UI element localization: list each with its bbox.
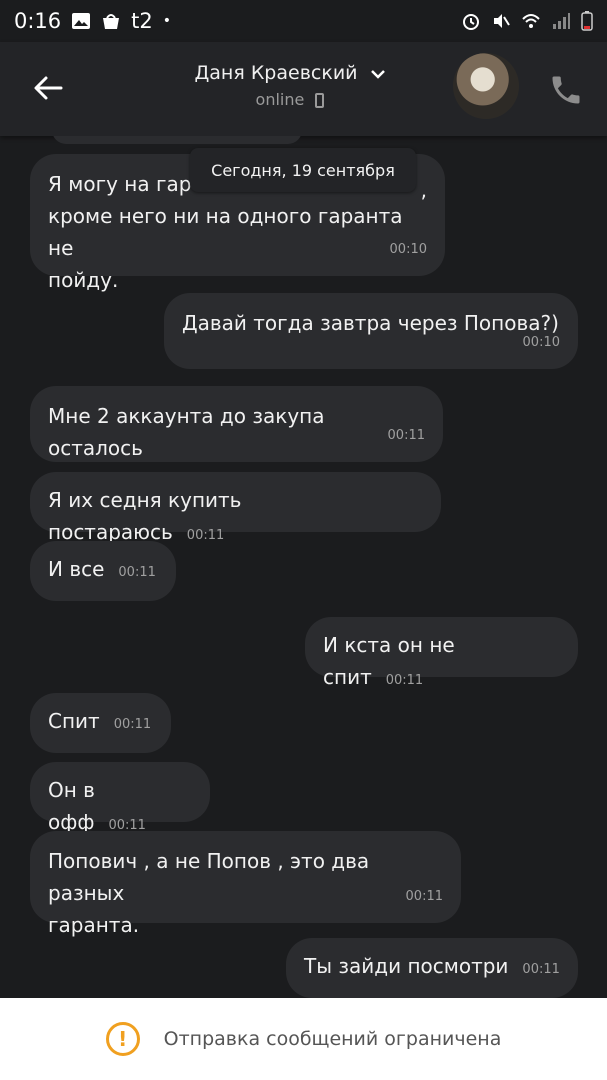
message-time: 00:11 [113,717,152,732]
avatar[interactable] [453,53,519,119]
message-time: 00:11 [118,565,156,580]
message-text-overflow: , [420,178,427,202]
message-bubble-incoming[interactable]: Я их седня купить постараюсь 00:11 [30,472,441,544]
message-time: 00:10 [389,242,427,257]
message-bubble-incoming[interactable]: Мне 2 аккаунта до закупа осталось 00:11 [30,386,443,462]
message-bubble-incoming[interactable]: Спит 00:11 [30,693,171,753]
battery-icon [581,11,593,31]
contact-status: online [255,90,305,109]
message-text: И все [48,557,105,581]
warning-icon: ! [105,1022,140,1056]
message-text: Ты зайди посмотри [304,954,509,978]
message-time: 00:11 [186,528,225,543]
chevron-down-icon [370,69,385,79]
message-bubble-outgoing[interactable]: И кста он не спит 00:11 [305,617,578,689]
message-text: кроме него ни на одного гаранта не [48,204,403,260]
message-text: Давай тогда завтра через Попова?) [182,311,559,335]
message-text: Спит [48,709,100,733]
call-icon [552,76,580,104]
message-time: 00:11 [385,673,424,688]
wifi-icon [522,14,540,28]
signal-icon [553,13,570,29]
restriction-notice: Отправка сообщений ограничена [163,1028,502,1050]
message-bubble-incoming[interactable]: Он в офф 00:11 [30,762,210,834]
chat-header: Даня Краевский online [0,42,607,136]
message-bubble-outgoing[interactable]: Давай тогда завтра через Попова?) 00:10 [164,293,578,369]
message-time: 00:11 [405,889,443,904]
alarm-icon [463,14,479,30]
call-button[interactable] [548,72,584,108]
back-button[interactable] [28,68,68,108]
message-time: 00:11 [522,962,560,977]
message-time: 00:10 [522,335,560,350]
bag-icon [103,14,120,29]
restriction-banner: ! Отправка сообщений ограничена [0,998,607,1080]
status-time: 0:16 [14,9,62,33]
message-text: Мне 2 аккаунта до закупа осталось [48,404,325,460]
dot-icon: • [162,13,172,29]
message-bubble-partial [52,136,302,144]
message-time: 00:11 [387,428,425,443]
carrier-label: t2 [131,9,153,33]
image-icon [72,13,91,29]
message-bubble-outgoing[interactable]: Ты зайди посмотри 00:11 [286,938,578,998]
message-text: гаранта. [48,913,140,937]
mute-icon [494,14,510,28]
message-bubble-incoming[interactable]: И все 00:11 [30,541,176,601]
contact-title[interactable]: Даня Краевский online [150,62,430,109]
message-text: пойду. [48,268,119,292]
contact-name: Даня Краевский [194,62,358,84]
back-arrow-icon [34,76,63,100]
date-separator: Сегодня, 19 сентября [190,148,416,192]
message-text: Он в офф [48,778,95,834]
phone-device-icon [315,93,325,108]
status-bar: 0:16 t2 • [0,0,607,42]
message-bubble-incoming[interactable]: Попович , а не Попов , это два разных га… [30,831,461,937]
message-list[interactable]: Я могу на гар кроме него ни на одного га… [0,136,607,998]
message-text: Попович , а не Попов , это два разных [48,849,370,905]
